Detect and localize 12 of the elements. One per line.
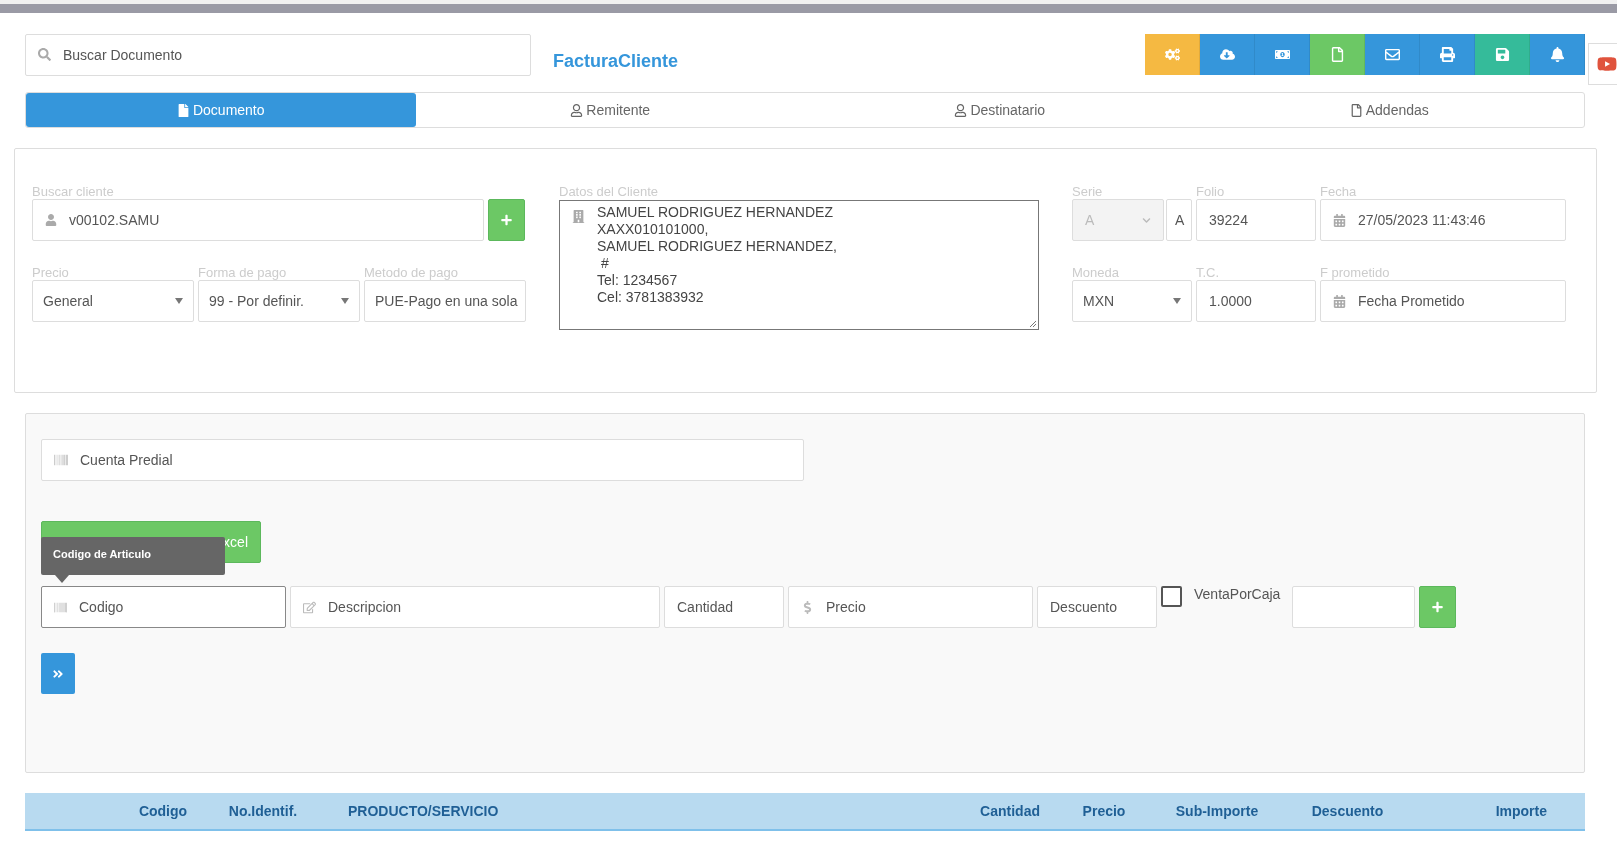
page-title: FacturaCliente xyxy=(553,51,679,72)
column-header: Descuento xyxy=(1310,803,1385,819)
field-value: v00102.SAMU xyxy=(69,212,160,228)
column-header: Cantidad xyxy=(979,803,1040,819)
column-header: No.Identif. xyxy=(227,803,299,819)
column-header: PRODUCTO/SERVICIO xyxy=(348,803,500,819)
column-header: Precio xyxy=(1081,803,1127,819)
column-header: Sub-Importe xyxy=(1174,803,1260,819)
tooltip: Codigo de Articulo xyxy=(41,537,225,575)
column-header: Codigo xyxy=(137,803,189,819)
checkbox-label: VentaPorCaja xyxy=(1194,586,1281,603)
column-header: Importe xyxy=(1494,803,1547,819)
